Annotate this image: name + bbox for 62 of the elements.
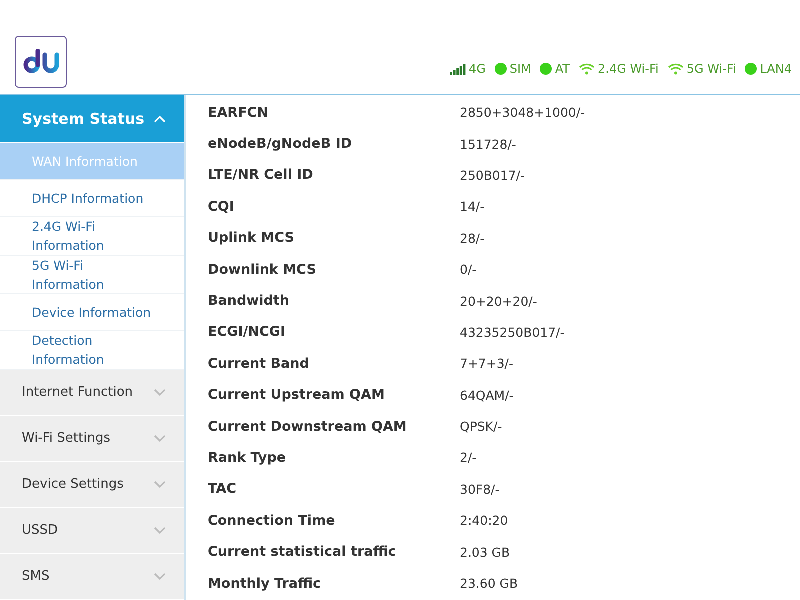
field-value: QPSK/-	[460, 419, 504, 434]
field-value: 43235250B017/-	[460, 324, 566, 340]
status-dot-icon	[494, 63, 507, 75]
wifi-icon	[579, 63, 595, 75]
field-value: 2850+3048+1000/-	[460, 105, 586, 120]
status-label: AT	[555, 62, 570, 76]
chevron-icon	[154, 388, 166, 397]
field-value: 2/-	[460, 450, 478, 466]
status-label: 5G Wi-Fi	[686, 62, 736, 76]
menu-group[interactable]: Device Settings	[0, 462, 184, 508]
field-label: Downlink MCS	[208, 262, 318, 278]
field-value: 0/-	[460, 262, 478, 278]
field-label: Current Upstream QAM	[208, 387, 386, 404]
menu-group[interactable]: System Status	[0, 95, 184, 143]
field-value: 30F8/-	[460, 482, 501, 497]
chevron-icon	[154, 434, 166, 443]
chevron-icon	[154, 480, 166, 489]
field-value: 7+7+3/-	[460, 356, 515, 372]
menu-item[interactable]: 2.4G Wi-Fi Information	[0, 217, 184, 256]
field-label: LTE/NR Cell ID	[208, 167, 314, 184]
menu-item[interactable]: DHCP Information	[0, 180, 184, 217]
field-label: CQI	[208, 198, 236, 215]
field-value: 64QAM/-	[460, 388, 515, 403]
wifi-icon	[668, 63, 684, 75]
field-label: Current Downstream QAM	[208, 418, 408, 435]
field-label: TAC	[208, 481, 238, 498]
status-label: 4G	[468, 62, 486, 76]
field-label: Bandwidth	[208, 293, 291, 310]
menu-item[interactable]: Device Information	[0, 294, 184, 332]
field-label: Uplink MCS	[208, 230, 296, 246]
menu-group[interactable]: Internet Function	[0, 370, 184, 416]
status-dot-icon	[540, 63, 552, 75]
chevron-icon	[154, 526, 166, 535]
signal-icon	[450, 64, 466, 74]
field-label: eNodeB/gNodeB ID	[208, 136, 354, 152]
field-value: 23.60 GB	[460, 576, 520, 592]
field-label: EARFCN	[208, 104, 270, 121]
status-label: SIM	[510, 62, 532, 76]
menu-group[interactable]: Wi-Fi Settings	[0, 416, 184, 462]
field-value: 151728/-	[460, 136, 518, 152]
field-value: 20+20+20/-	[460, 294, 538, 309]
menu-item[interactable]: 5G Wi-Fi Information	[0, 256, 184, 294]
field-label: Current Band	[208, 356, 310, 372]
menu-group[interactable]: USSD	[0, 508, 184, 554]
status-dot-icon	[745, 63, 758, 75]
menu-item[interactable]: Detection Information	[0, 331, 184, 370]
field-value: 2.03 GB	[460, 544, 512, 560]
field-label: Current statistical traffic	[208, 544, 398, 560]
field-value: 28/-	[460, 230, 486, 246]
menu-group[interactable]: SMS	[0, 554, 184, 600]
field-value: 250B017/-	[460, 168, 526, 183]
status-label: LAN4	[760, 62, 792, 76]
status-label: 2.4G Wi-Fi	[598, 62, 659, 76]
field-label: Monthly Traffic	[208, 576, 322, 592]
chevron-icon	[154, 572, 166, 581]
field-value: 14/-	[460, 199, 486, 214]
field-label: ECGI/NCGI	[208, 324, 286, 340]
field-label: Connection Time	[208, 512, 336, 529]
chevron-icon	[154, 114, 166, 122]
logo-icon	[15, 36, 67, 88]
field-label: Rank Type	[208, 450, 288, 466]
field-value: 2:40:20	[460, 513, 510, 528]
